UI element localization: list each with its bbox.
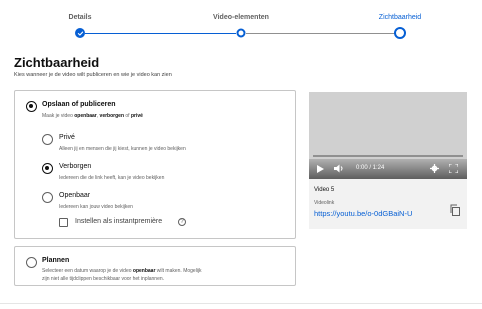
video-link-label: Videolink [314, 200, 335, 206]
step-video-elements-dot[interactable] [236, 28, 246, 38]
radio-schedule[interactable] [26, 257, 37, 268]
schedule-desc-line1: Selecteer een datum waarop je de video o… [42, 268, 202, 274]
copy-icon[interactable] [449, 204, 461, 216]
schedule-title: Plannen [42, 257, 70, 264]
video-title: Video 5 [314, 187, 335, 193]
video-preview[interactable]: 0:00 / 1:24 [309, 92, 467, 179]
option-unlisted-desc: Iedereen die de link heeft, kan je video… [59, 175, 165, 181]
publish-options-panel: Opslaan of publiceren Maak je video open… [14, 90, 296, 239]
settings-gear-icon[interactable] [430, 164, 439, 173]
step-details-label[interactable]: Details [69, 14, 92, 21]
help-icon[interactable]: ? [178, 218, 186, 226]
step-video-elements-label[interactable]: Video-elementen [213, 14, 269, 21]
schedule-desc-line2: zijn niet alle tijdclippen beschikbaar v… [42, 276, 165, 282]
option-public-title: Openbaar [59, 192, 91, 199]
schedule-panel: Plannen Selecteer een datum waarop je de… [14, 246, 296, 286]
step-visibility-dot[interactable] [394, 27, 406, 39]
publish-description: Maak je video openbaar, verborgen of pri… [42, 113, 143, 119]
radio-private[interactable] [42, 134, 53, 145]
upload-stepper: Details Video-elementen Zichtbaarheid [0, 0, 482, 44]
video-meta-card: Video 5 Videolink https://youtu.be/o-0dG… [309, 179, 467, 229]
radio-unlisted[interactable] [42, 163, 53, 174]
step-details-check-icon[interactable] [75, 28, 85, 38]
option-unlisted-title: Verborgen [59, 163, 92, 170]
step-visibility-label[interactable]: Zichtbaarheid [379, 14, 421, 21]
play-icon[interactable] [317, 165, 324, 173]
bottom-divider [0, 303, 482, 304]
option-private-desc: Alleen jij en mensen die jij kiest, kunn… [59, 146, 186, 152]
radio-save-or-publish[interactable] [26, 101, 37, 112]
video-link[interactable]: https://youtu.be/o-0dGBaiN-U [314, 209, 412, 218]
video-controls: 0:00 / 1:24 [309, 159, 467, 179]
fullscreen-icon[interactable] [449, 164, 458, 173]
publish-title: Opslaan of publiceren [42, 101, 116, 108]
option-public-desc: Iedereen kan jouw video bekijken [59, 204, 133, 210]
premiere-checkbox[interactable] [59, 218, 68, 227]
option-private-title: Privé [59, 134, 75, 141]
premiere-label: Instellen als instantpremière [75, 218, 163, 225]
page-subtitle: Kies wanneer je de video wilt publiceren… [14, 72, 172, 78]
stepper-line-1 [85, 33, 236, 34]
radio-public[interactable] [42, 192, 53, 203]
page-title: Zichtbaarheid [14, 55, 100, 70]
video-progress-bar[interactable] [313, 155, 463, 157]
volume-icon[interactable] [334, 164, 344, 173]
video-time: 0:00 / 1:24 [356, 165, 385, 171]
stepper-line-2 [246, 33, 395, 34]
